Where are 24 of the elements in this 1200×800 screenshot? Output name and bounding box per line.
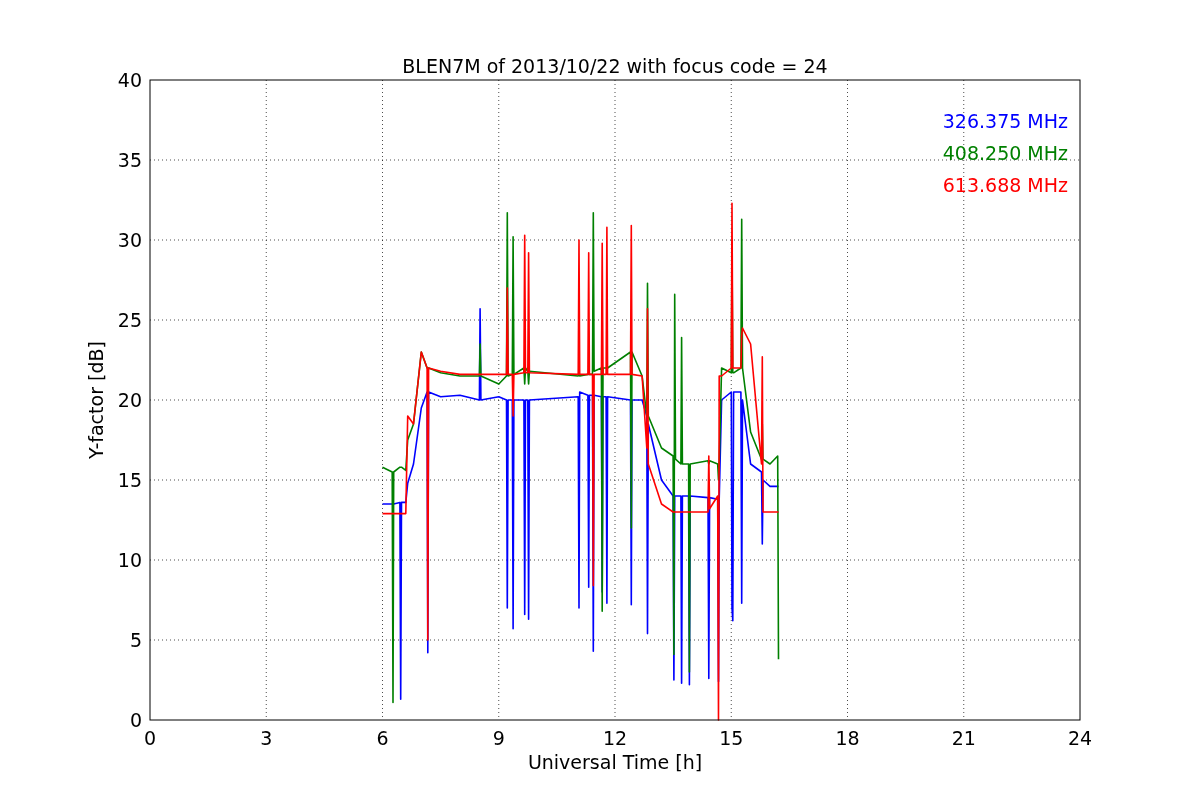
tick-label: 0 (143, 727, 157, 749)
tick-label: 5 (129, 629, 142, 651)
tick-label: 12 (602, 727, 628, 749)
legend-label: 613.688 MHz (942, 174, 1068, 196)
tick-label: 9 (492, 727, 505, 749)
tick-label: 3 (260, 727, 273, 749)
tick-label: 40 (117, 69, 142, 91)
chart-title: BLEN7M of 2013/10/22 with focus code = 24 (402, 55, 828, 77)
legend-label: 326.375 MHz (942, 110, 1068, 132)
tick-label: 15 (719, 727, 744, 749)
tick-label: 10 (117, 549, 142, 571)
tick-label: 6 (376, 727, 389, 749)
tick-label: 30 (117, 229, 142, 251)
tick-label: 35 (117, 149, 142, 171)
axis-label: Universal Time [h] (527, 751, 703, 773)
legend-label: 408.250 MHz (942, 142, 1068, 164)
tick-label: 0 (129, 709, 142, 731)
tick-label: 18 (835, 727, 860, 749)
tick-label: 21 (951, 727, 976, 749)
tick-label: 24 (1067, 727, 1093, 749)
tick-label: 15 (117, 469, 142, 491)
axis-label: Y-factor [dB] (85, 341, 107, 459)
tick-label: 25 (117, 309, 142, 331)
tick-label: 20 (117, 389, 142, 411)
